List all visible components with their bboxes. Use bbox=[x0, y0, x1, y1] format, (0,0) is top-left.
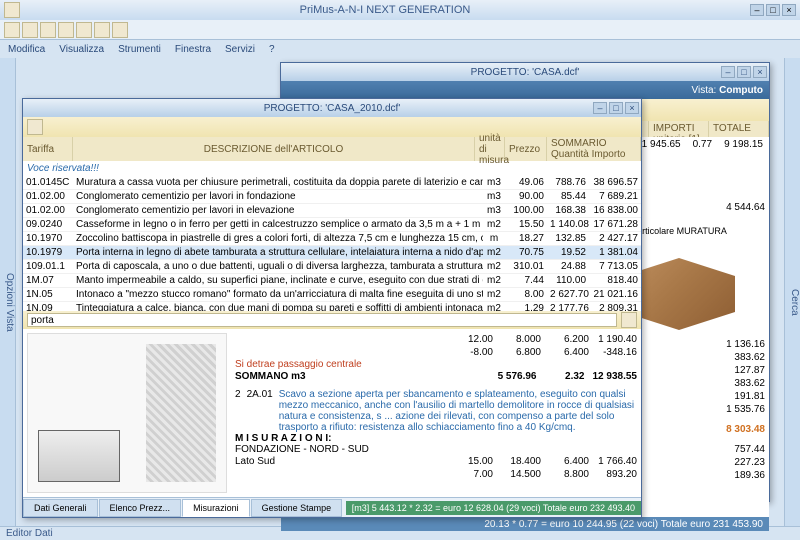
app-title: PriMus-A-N-I NEXT GENERATION bbox=[300, 4, 471, 16]
article-row[interactable]: 01.02.00Conglomerato cementizio per lavo… bbox=[23, 190, 641, 204]
front-status: [m3] 5 443.12 * 2.32 = euro 12 628.04 (2… bbox=[346, 501, 641, 515]
tab-dati-generali[interactable]: Dati Generali bbox=[23, 499, 98, 517]
article-row[interactable]: 01.02.00Conglomerato cementizio per lavo… bbox=[23, 204, 641, 218]
search-input[interactable] bbox=[27, 313, 617, 327]
app-titlebar: PriMus-A-N-I NEXT GENERATION – □ × bbox=[0, 0, 800, 20]
tool-icon[interactable] bbox=[76, 22, 92, 38]
article-row[interactable]: 1N.05Intonaco a "mezzo stucco romano" fo… bbox=[23, 288, 641, 302]
menu-finestra[interactable]: Finestra bbox=[175, 44, 211, 55]
maximize-button[interactable]: □ bbox=[766, 4, 780, 16]
article-row[interactable]: 10.1979Porta interna in legno di abete t… bbox=[23, 246, 641, 260]
tool-icon[interactable] bbox=[58, 22, 74, 38]
article-row[interactable]: 09.0240Casseforme in legno o in ferro pe… bbox=[23, 218, 641, 232]
win-max-icon[interactable]: □ bbox=[609, 102, 623, 114]
article-row[interactable]: 01.0145CMuratura a cassa vuota per chius… bbox=[23, 176, 641, 190]
tool-icon[interactable] bbox=[4, 22, 20, 38]
article-grid[interactable]: Voce riservata!!! 01.0145CMuratura a cas… bbox=[23, 161, 641, 311]
win-min-icon[interactable]: – bbox=[593, 102, 607, 114]
close-button[interactable]: × bbox=[782, 4, 796, 16]
minimize-button[interactable]: – bbox=[750, 4, 764, 16]
workspace: Opzioni Vista Cerca PROGETTO: 'CASA.dcf'… bbox=[0, 58, 800, 526]
front-toolbar bbox=[23, 117, 641, 137]
menu-help[interactable]: ? bbox=[269, 44, 275, 55]
article-row[interactable]: 109.01.1Porta di caposcala, a uno o due … bbox=[23, 260, 641, 274]
measurements[interactable]: 12.008.0006.2001 190.40-8.006.8006.400-3… bbox=[231, 329, 641, 497]
window-title[interactable]: PROGETTO: 'CASA.dcf' – □ × bbox=[281, 63, 769, 81]
win-max-icon[interactable]: □ bbox=[737, 66, 751, 78]
win-close-icon[interactable]: × bbox=[753, 66, 767, 78]
red-note: Si detrae passaggio centrale bbox=[235, 359, 637, 370]
tool-icon[interactable] bbox=[112, 22, 128, 38]
menu-strumenti[interactable]: Strumenti bbox=[118, 44, 161, 55]
search-bar bbox=[23, 311, 641, 329]
window-title[interactable]: PROGETTO: 'CASA_2010.dcf' – □ × bbox=[23, 99, 641, 117]
win-min-icon[interactable]: – bbox=[721, 66, 735, 78]
tool-icon[interactable] bbox=[94, 22, 110, 38]
menu-servizi[interactable]: Servizi bbox=[225, 44, 255, 55]
main-toolbar bbox=[0, 20, 800, 40]
vista-bar: Vista: Computo bbox=[281, 81, 769, 99]
lower-area: 12.008.0006.2001 190.40-8.006.8006.400-3… bbox=[23, 329, 641, 497]
excavator-sketch bbox=[27, 333, 227, 493]
article-row[interactable]: 1N.09Tinteggiatura a calce, bianca, con … bbox=[23, 302, 641, 311]
tab-elenco-prezz-[interactable]: Elenco Prezz... bbox=[99, 499, 182, 517]
voce-riservata: Voce riservata!!! bbox=[23, 161, 641, 176]
article-row[interactable]: 10.1970Zoccolino battiscopa in piastrell… bbox=[23, 232, 641, 246]
side-panel-left[interactable]: Opzioni Vista bbox=[0, 58, 16, 526]
tool-icon[interactable] bbox=[22, 22, 38, 38]
back-status: 20.13 * 0.77 = euro 10 244.95 (22 voci) … bbox=[281, 517, 769, 531]
menubar: Modifica Visualizza Strumenti Finestra S… bbox=[0, 40, 800, 58]
menu-visualizza[interactable]: Visualizza bbox=[59, 44, 104, 55]
tab-gestione-stampe[interactable]: Gestione Stampe bbox=[251, 499, 343, 517]
bottom-tabs: Dati GeneraliElenco Prezz...MisurazioniG… bbox=[23, 497, 641, 517]
side-panel-right[interactable]: Cerca bbox=[784, 58, 800, 526]
tool-icon[interactable] bbox=[40, 22, 56, 38]
front-columns: Tariffa DESCRIZIONE dell'ARTICOLO unità … bbox=[23, 137, 641, 161]
tab-misurazioni[interactable]: Misurazioni bbox=[182, 499, 250, 517]
tb-icon[interactable] bbox=[4, 2, 20, 18]
search-go-icon[interactable] bbox=[621, 312, 637, 328]
menu-modifica[interactable]: Modifica bbox=[8, 44, 45, 55]
article-row[interactable]: 1M.07Manto impermeabile a caldo, su supe… bbox=[23, 274, 641, 288]
win-close-icon[interactable]: × bbox=[625, 102, 639, 114]
tool-icon[interactable] bbox=[27, 119, 43, 135]
project-window-casa2010: PROGETTO: 'CASA_2010.dcf' – □ × Tariffa … bbox=[22, 98, 642, 518]
